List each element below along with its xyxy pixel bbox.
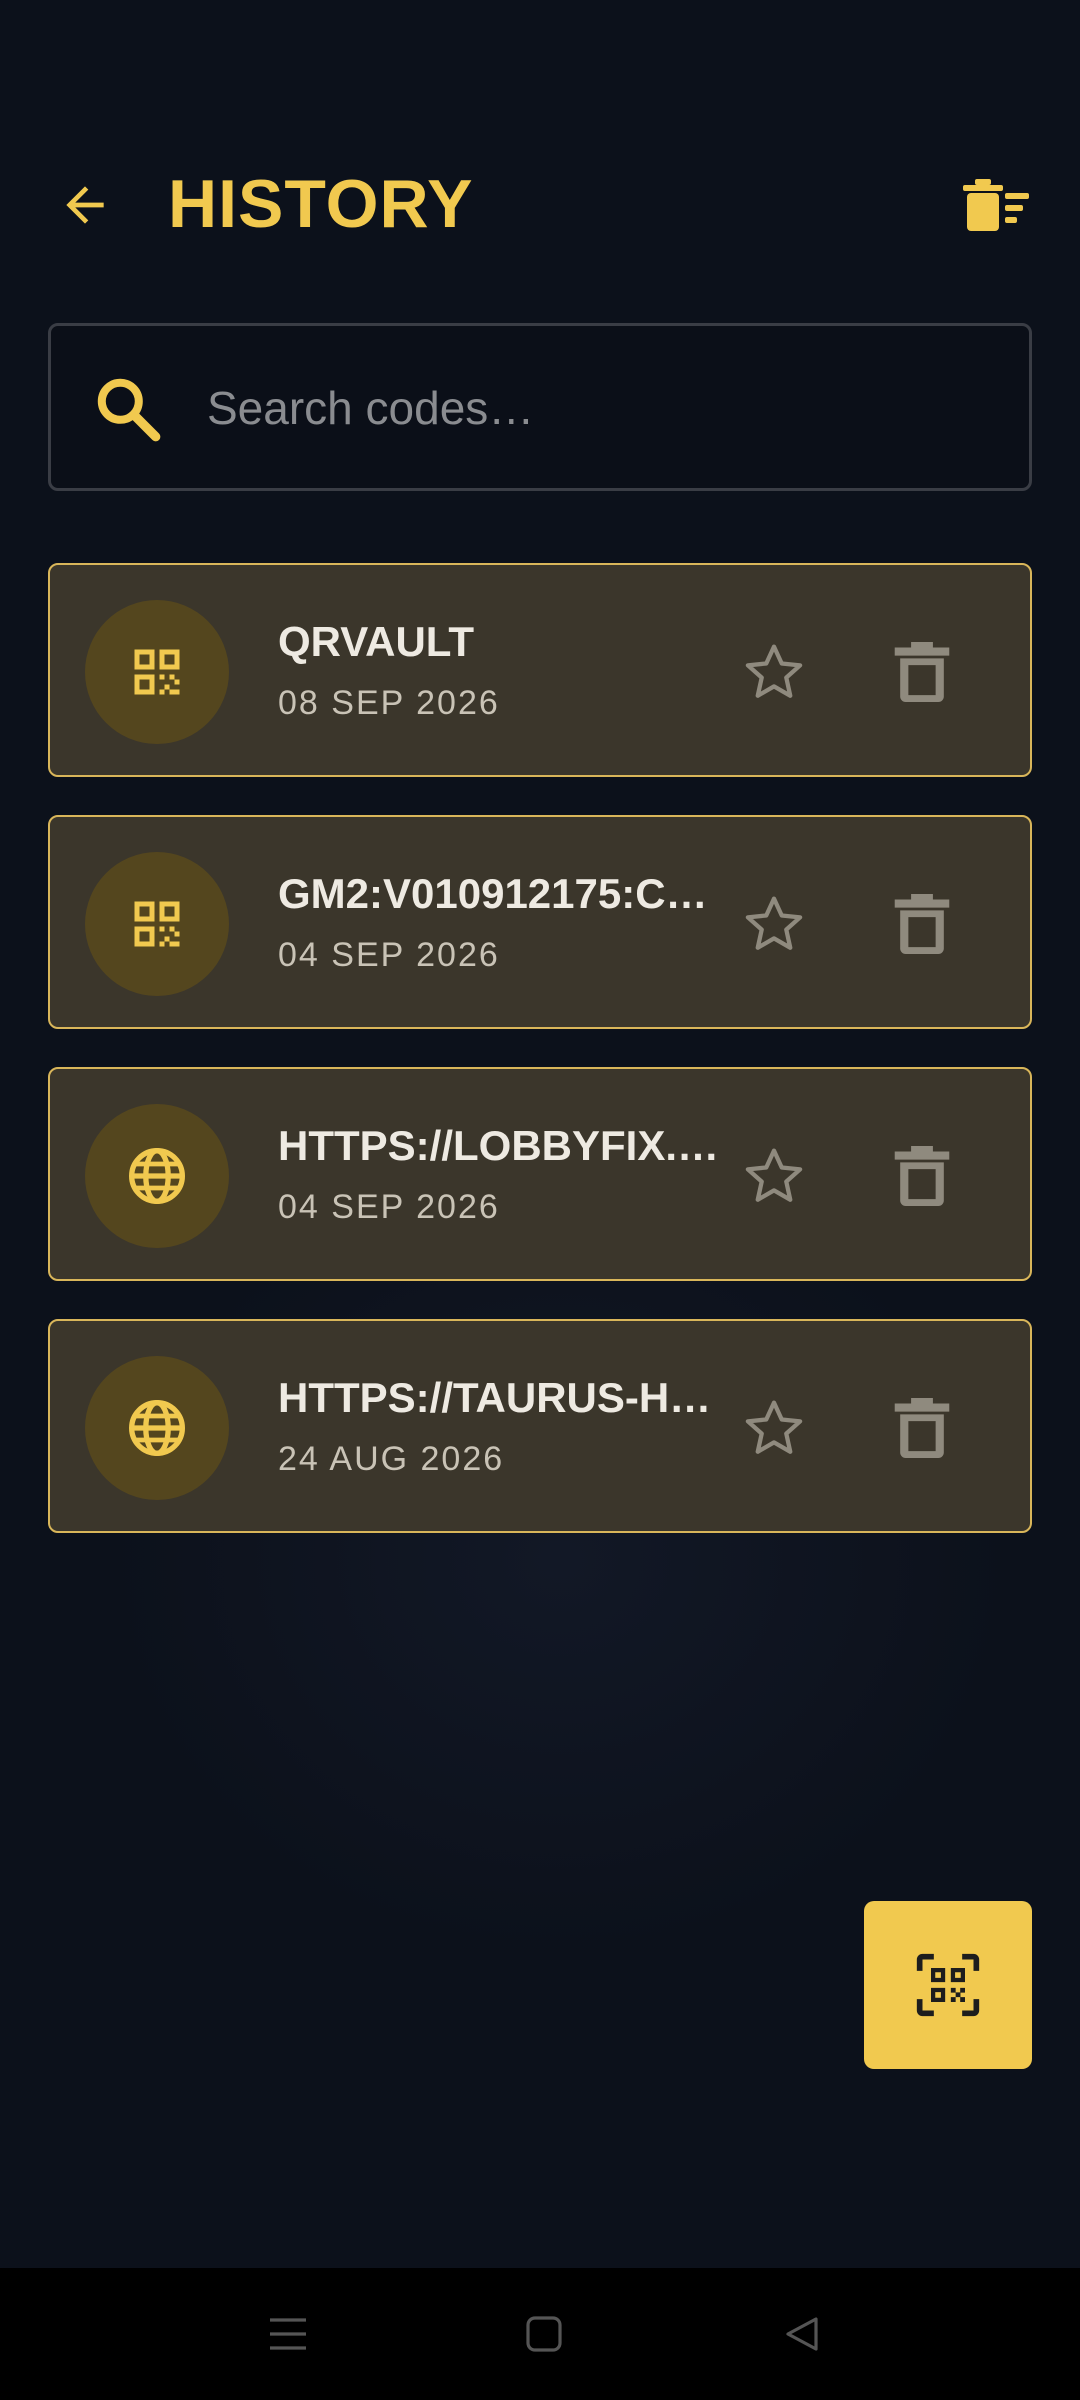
- search-icon: [97, 378, 161, 442]
- item-title: QRVAULT: [278, 618, 474, 665]
- menu-icon: [270, 2318, 306, 2350]
- item-title: HTTPS://TAURUS-H…: [278, 1374, 712, 1421]
- type-badge: [85, 852, 229, 996]
- history-item[interactable]: QRVAULT 08 SEP 2026: [48, 563, 1032, 777]
- star-outline-icon: [745, 1400, 803, 1454]
- history-list: QRVAULT 08 SEP 2026 GM2:V010912175:C… 04…: [48, 563, 1032, 1571]
- item-date: 08 SEP 2026: [278, 684, 500, 722]
- favorite-button[interactable]: [740, 890, 808, 958]
- item-date: 24 AUG 2026: [278, 1440, 505, 1478]
- trash-icon: [894, 642, 950, 702]
- page-title: HISTORY: [168, 166, 474, 242]
- back-button[interactable]: [48, 168, 122, 242]
- qr-scan-icon: [916, 1953, 980, 2017]
- nav-menu-button[interactable]: [252, 2298, 324, 2370]
- qr-code-icon: [134, 901, 180, 947]
- app-header: HISTORY: [0, 150, 1080, 260]
- item-title: HTTPS://LOBBYFIX.…: [278, 1122, 719, 1169]
- type-badge: [85, 1104, 229, 1248]
- type-badge: [85, 1356, 229, 1500]
- history-item[interactable]: HTTPS://TAURUS-H… 24 AUG 2026: [48, 1319, 1032, 1533]
- qr-code-icon: [134, 649, 180, 695]
- globe-icon: [129, 1148, 185, 1204]
- trash-icon: [894, 1146, 950, 1206]
- delete-button[interactable]: [888, 1142, 956, 1210]
- delete-button[interactable]: [888, 638, 956, 706]
- item-date: 04 SEP 2026: [278, 1188, 500, 1226]
- scan-fab-button[interactable]: [864, 1901, 1032, 2069]
- arrow-left-icon: [66, 186, 104, 224]
- history-screen: HISTORY QRVAULT 08: [0, 0, 1080, 2400]
- back-icon: [786, 2317, 818, 2351]
- star-outline-icon: [745, 644, 803, 698]
- clear-history-button[interactable]: [960, 170, 1032, 242]
- item-date: 04 SEP 2026: [278, 936, 500, 974]
- delete-button[interactable]: [888, 1394, 956, 1462]
- search-box[interactable]: [48, 323, 1032, 491]
- home-icon: [526, 2316, 562, 2352]
- clear-all-trash-icon: [963, 179, 1029, 231]
- item-title: GM2:V010912175:C…: [278, 870, 708, 917]
- history-item[interactable]: GM2:V010912175:C… 04 SEP 2026: [48, 815, 1032, 1029]
- system-nav-bar: [0, 2268, 1080, 2400]
- delete-button[interactable]: [888, 890, 956, 958]
- globe-icon: [129, 1400, 185, 1456]
- star-outline-icon: [745, 896, 803, 950]
- nav-back-button[interactable]: [766, 2298, 838, 2370]
- favorite-button[interactable]: [740, 1394, 808, 1462]
- trash-icon: [894, 894, 950, 954]
- type-badge: [85, 600, 229, 744]
- star-outline-icon: [745, 1148, 803, 1202]
- nav-home-button[interactable]: [508, 2298, 580, 2370]
- trash-icon: [894, 1398, 950, 1458]
- favorite-button[interactable]: [740, 1142, 808, 1210]
- search-input[interactable]: [207, 356, 987, 460]
- favorite-button[interactable]: [740, 638, 808, 706]
- history-item[interactable]: HTTPS://LOBBYFIX.… 04 SEP 2026: [48, 1067, 1032, 1281]
